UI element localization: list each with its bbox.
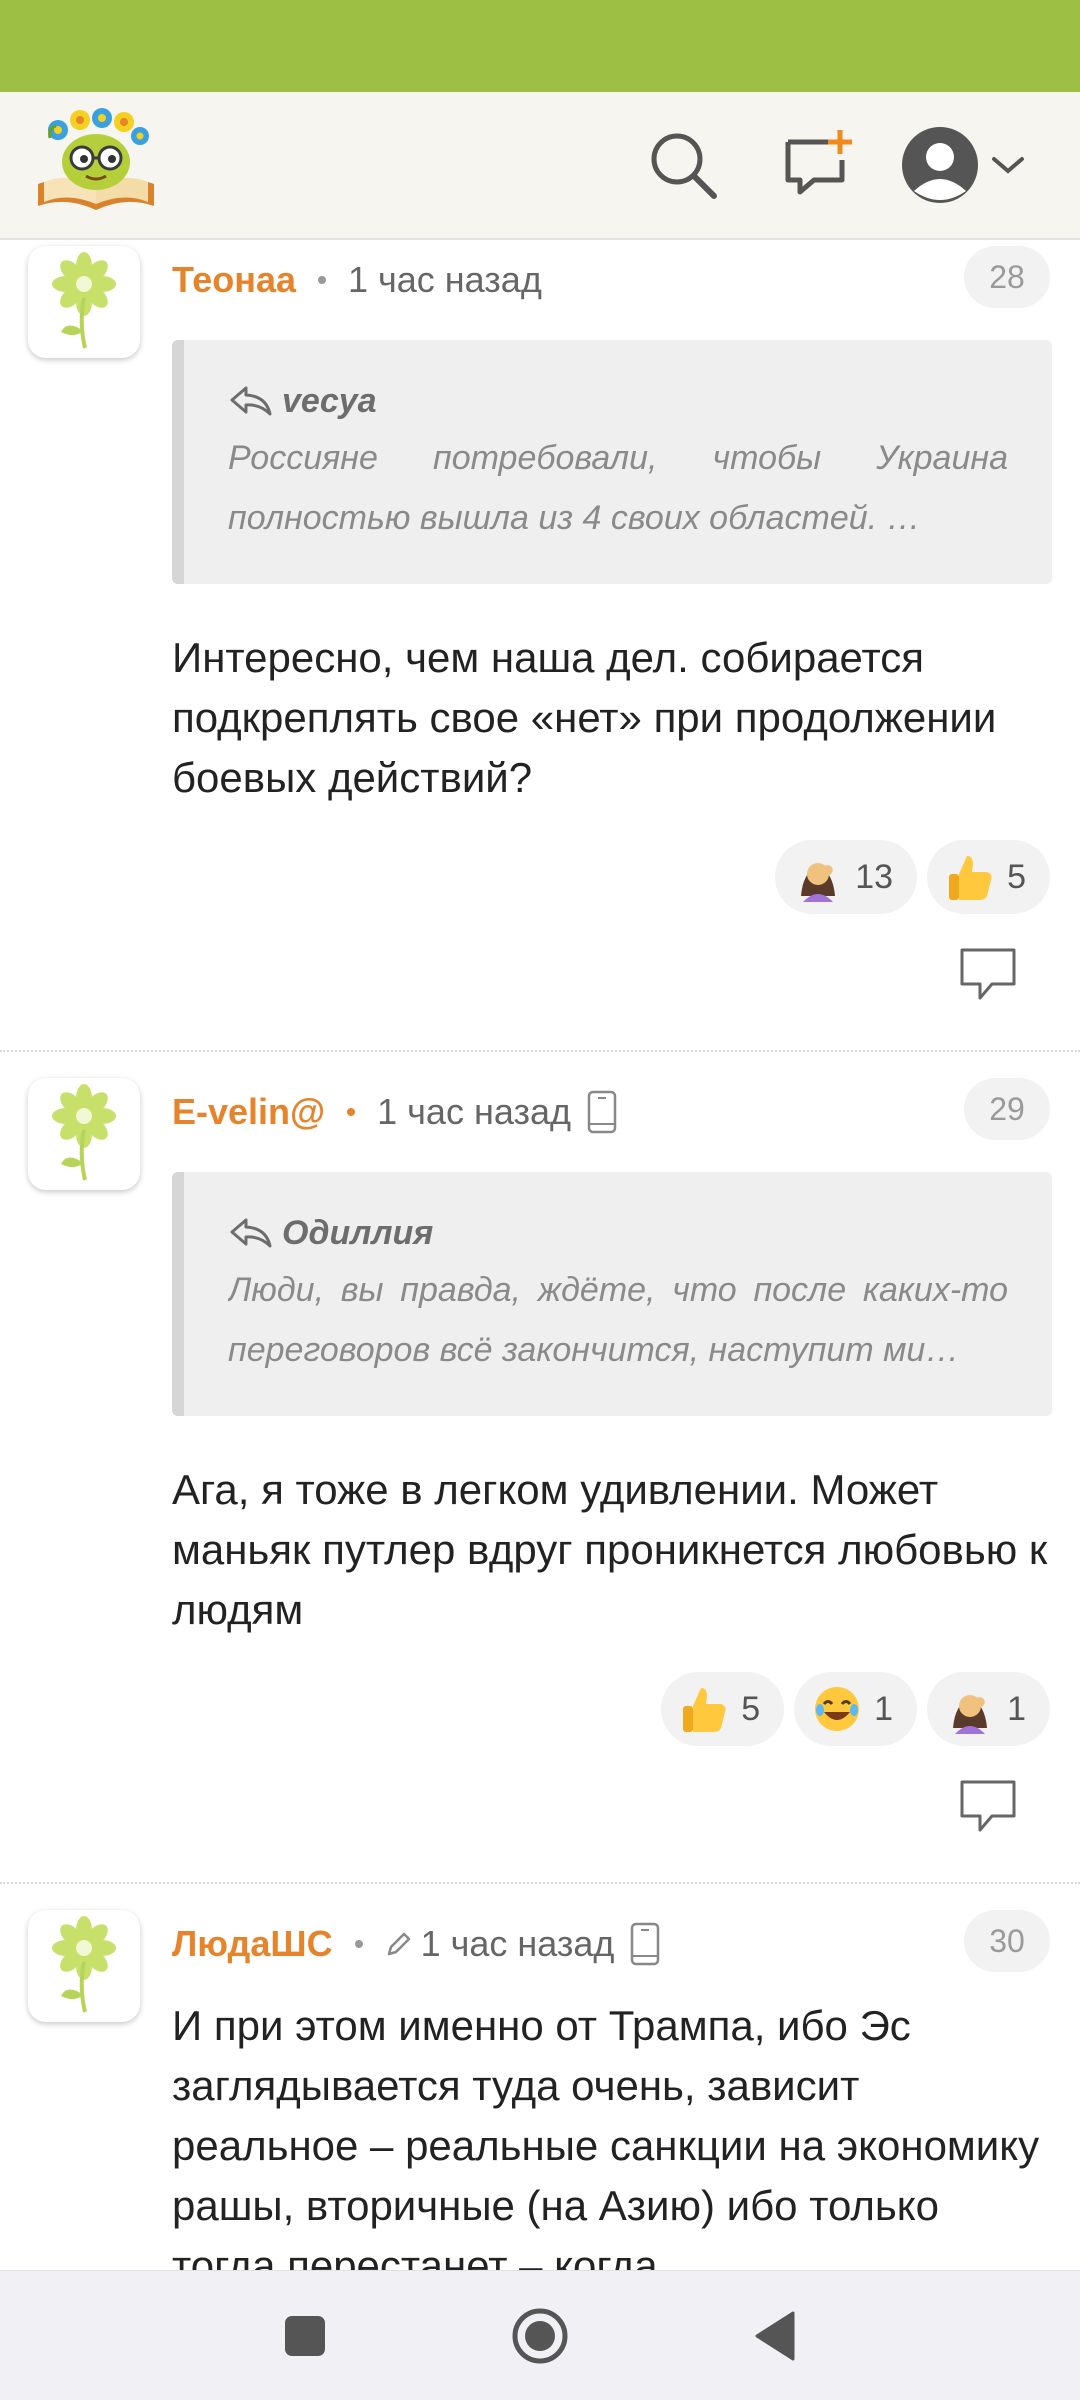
- reaction-thumbs-up[interactable]: 5: [927, 840, 1050, 914]
- reactions: 5 1 1: [661, 1672, 1050, 1746]
- comment-feed: Теонаа 1 час назад 28 vecya Россияне пот…: [0, 240, 1080, 2270]
- quote-block[interactable]: Одиллия Люди, вы правда, ждёте, что посл…: [172, 1172, 1052, 1416]
- quote-author: vecya: [228, 378, 1008, 424]
- site-logo[interactable]: [32, 106, 160, 216]
- reaction-count: 5: [741, 1689, 761, 1728]
- comment-author[interactable]: E-velin@: [172, 1091, 325, 1133]
- thumbs-up-icon: [679, 1684, 729, 1734]
- comment-text: Интересно, чем наша дел. собирается подк…: [172, 634, 997, 801]
- system-nav-bar: [0, 2270, 1080, 2400]
- comment-number[interactable]: 30: [964, 1910, 1050, 1972]
- home-icon[interactable]: [505, 2301, 575, 2371]
- quote-block[interactable]: vecya Россияне потребовали, чтобы Украин…: [172, 340, 1052, 584]
- reactions: 13 5: [775, 840, 1050, 914]
- search-icon[interactable]: [638, 120, 728, 210]
- online-dot: [347, 1108, 356, 1116]
- avatar[interactable]: [28, 1078, 140, 1190]
- quote-author-name: Одиллия: [282, 1213, 434, 1252]
- comment-time[interactable]: 1 час назад: [377, 1091, 571, 1133]
- reaction-facepalm[interactable]: 13: [775, 840, 918, 914]
- avatar[interactable]: [28, 246, 140, 358]
- comment-meta: E-velin@ 1 час назад: [172, 1082, 617, 1142]
- comment-meta: ЛюдаШС 1 час назад: [172, 1914, 660, 1974]
- reply-icon[interactable]: [958, 946, 1018, 1002]
- mobile-device-icon: [587, 1090, 617, 1134]
- comment-text: И при этом именно от Трампа, ибо Эс загл…: [172, 2002, 1040, 2270]
- comment-time[interactable]: 1 час назад: [421, 1923, 615, 1965]
- reaction-count: 1: [874, 1689, 894, 1728]
- quote-text: Люди, вы правда, ждёте, что после каких-…: [228, 1271, 1008, 1369]
- reaction-count: 5: [1007, 857, 1026, 896]
- quote-author-name: vecya: [282, 381, 377, 420]
- comment-separator: [0, 1882, 1080, 1884]
- pencil-icon: [385, 1930, 413, 1958]
- laughing-icon: [812, 1684, 862, 1734]
- flower-avatar-icon: [52, 252, 116, 349]
- meta-dot: [318, 276, 326, 284]
- flower-avatar-icon: [52, 1916, 116, 2013]
- quote-author: Одиллия: [228, 1210, 1008, 1256]
- recents-icon[interactable]: [270, 2301, 340, 2371]
- status-bar: [0, 0, 1080, 92]
- facepalm-icon: [793, 852, 843, 902]
- mobile-device-icon: [630, 1922, 660, 1966]
- reaction-thumbs-up[interactable]: 5: [661, 1672, 785, 1746]
- user-avatar-icon: [902, 127, 978, 203]
- reaction-count: 13: [855, 857, 894, 896]
- reaction-laughing[interactable]: 1: [794, 1672, 918, 1746]
- app-header: [0, 92, 1080, 240]
- comment-number[interactable]: 29: [964, 1078, 1050, 1140]
- new-topic-icon[interactable]: [770, 120, 860, 210]
- comment-time[interactable]: 1 час назад: [348, 259, 542, 301]
- thumbs-up-icon: [945, 852, 995, 902]
- comment-author[interactable]: ЛюдаШС: [172, 1923, 333, 1965]
- reply-icon[interactable]: [958, 1778, 1018, 1834]
- facepalm-icon: [945, 1684, 995, 1734]
- quote-text: Россияне потребовали, чтобы Украина полн…: [228, 439, 1008, 537]
- comment-separator: [0, 1050, 1080, 1052]
- comment-number[interactable]: 28: [964, 246, 1050, 308]
- comment-meta: Теонаа 1 час назад: [172, 250, 542, 310]
- user-menu[interactable]: [898, 120, 1028, 210]
- reaction-count: 1: [1007, 1689, 1026, 1728]
- meta-dot: [354, 1940, 363, 1948]
- avatar[interactable]: [28, 1910, 140, 2022]
- comment-author[interactable]: Теонаа: [172, 259, 296, 301]
- back-icon[interactable]: [740, 2301, 810, 2371]
- reply-arrow-icon: [230, 386, 272, 416]
- chevron-down-icon: [992, 157, 1024, 174]
- comment-text: Ага, я тоже в легком удивлении. Может ма…: [172, 1466, 1048, 1633]
- reaction-facepalm[interactable]: 1: [927, 1672, 1050, 1746]
- reply-arrow-icon: [230, 1218, 272, 1248]
- flower-avatar-icon: [52, 1084, 116, 1181]
